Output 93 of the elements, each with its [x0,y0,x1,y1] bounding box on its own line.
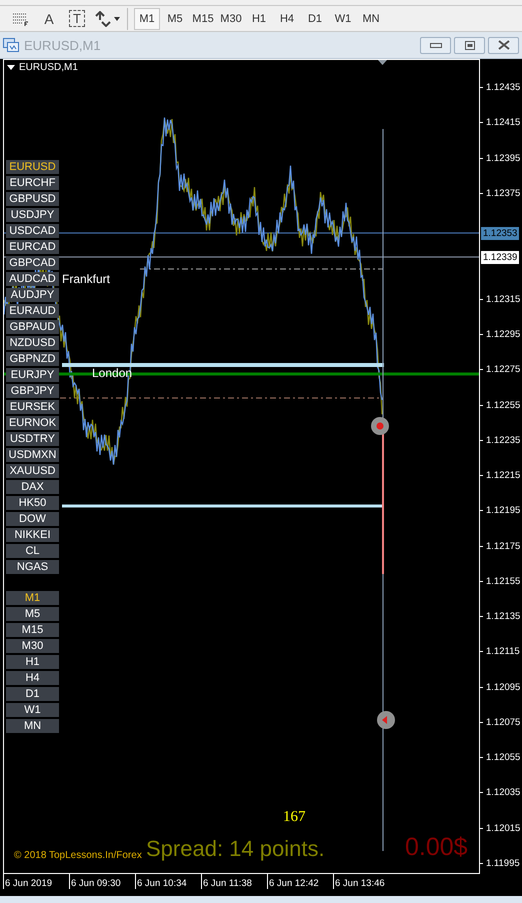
symbol-button[interactable]: CL [6,544,59,558]
session-label: Frankfurt [62,272,110,286]
symbol-button[interactable]: HK50 [6,496,59,510]
symbol-button[interactable]: AUDJPY [6,288,59,302]
counter-text: 167 [283,809,306,826]
timeframe-button[interactable]: M30 [218,8,244,30]
symbol-button[interactable]: NIKKEI [6,528,59,542]
time-label: 6 Jun 2019 [3,874,69,889]
period-button[interactable]: M30 [6,639,59,653]
price-label: 1.12115 [486,646,520,658]
price-label: 1.11995 [486,858,520,869]
spread-text: Spread: 14 points. [146,836,325,862]
restore-icon [464,40,474,50]
price-label: 1.12295 [486,328,520,340]
symbol-button[interactable]: NGAS [6,560,59,574]
symbol-button[interactable]: USDCAD [6,224,59,238]
period-button[interactable]: W1 [6,703,59,717]
price-label: 1.12015 [486,822,520,834]
price-label: 1.12275 [486,364,520,376]
symbol-button[interactable]: EURCAD [6,240,59,254]
symbol-button[interactable]: XAUUSD [6,464,59,478]
symbol-button[interactable]: DOW [6,512,59,526]
symbol-button[interactable]: GBPUSD [6,192,59,206]
symbol-button[interactable]: GBPNZD [6,352,59,366]
symbol-button[interactable]: EURJPY [6,368,59,382]
time-label: 6 Jun 10:34 [135,874,201,889]
symbol-button[interactable]: EURUSD [6,160,59,174]
price-label: 1.12315 [486,294,520,305]
timeframe-button[interactable]: D1 [302,8,328,30]
time-label: 6 Jun 09:30 [69,874,135,889]
chart-symbol-label: EURUSD,M1 [19,62,78,73]
price-label: 1.12235 [486,434,520,446]
order-marker-icon [377,711,395,729]
timeframe-button[interactable]: MN [358,8,384,30]
price-label: 1.12175 [486,540,520,552]
price-label: 1.12195 [486,505,520,516]
symbol-button[interactable]: GBPAUD [6,320,59,334]
timeframe-button[interactable]: H1 [246,8,272,30]
minimize-button[interactable] [420,36,451,54]
symbol-button[interactable]: AUDCAD [6,272,59,286]
text-tool[interactable]: A [36,8,62,30]
profit-text: 0.00$ [405,833,468,862]
price-label: 1.12415 [486,117,520,128]
price-label: 1.12035 [486,787,520,798]
session-label: London [92,366,132,380]
symbol-button[interactable]: USDTRY [6,432,59,446]
timeframe-button[interactable]: M15 [190,8,216,30]
price-label: 1.12135 [486,611,520,622]
period-button[interactable]: M5 [6,607,59,621]
price-label: 1.12435 [486,82,520,94]
price-label: 1.12375 [486,188,520,199]
price-label: 1.12215 [486,470,520,482]
symbol-button[interactable]: EURCHF [6,176,59,190]
period-button[interactable]: M15 [6,623,59,637]
minimize-icon [430,42,442,48]
timeframe-button[interactable]: H4 [274,8,300,30]
time-label: 6 Jun 12:42 [267,874,333,889]
price-label: 1.12095 [486,682,520,693]
price-tag: 1.12353 [481,227,520,240]
symbol-button[interactable]: EURNOK [6,416,59,430]
price-label: 1.12395 [486,152,520,164]
symbol-button[interactable]: DAX [6,480,59,494]
dropdown-triangle-icon[interactable] [7,65,15,70]
window-title: EURUSD,M1 [24,38,102,52]
restore-button[interactable] [454,36,485,54]
price-label: 1.12255 [486,400,520,411]
symbol-button[interactable]: USDJPY [6,208,59,222]
symbol-button[interactable]: EURAUD [6,304,59,318]
price-tag: 1.12339 [481,251,520,264]
close-button[interactable] [488,36,519,54]
symbol-button[interactable]: NZDUSD [6,336,59,350]
period-button[interactable]: M1 [6,591,59,605]
symbol-button[interactable]: EURSEK [6,400,59,414]
price-label: 1.12075 [486,716,520,728]
time-label: 6 Jun 13:46 [333,874,399,889]
period-button[interactable]: H4 [6,671,59,685]
close-icon [498,40,510,50]
order-marker-icon [371,417,389,435]
timeframe-button[interactable]: W1 [330,8,356,30]
period-button[interactable]: D1 [6,687,59,701]
price-label: 1.12055 [486,752,520,764]
time-label: 6 Jun 11:38 [201,874,267,889]
timeframe-button[interactable]: M1 [134,8,160,30]
price-label: 1.12155 [486,576,520,587]
timeframe-button[interactable]: M5 [162,8,188,30]
period-button[interactable]: H1 [6,655,59,669]
copyright-text: © 2018 TopLessons.In/Forex [14,850,142,861]
period-button[interactable]: MN [6,719,59,733]
symbol-button[interactable]: GBPJPY [6,384,59,398]
symbol-button[interactable]: USDMXN [6,448,59,462]
symbol-button[interactable]: GBPCAD [6,256,59,270]
label-tool[interactable]: T [64,8,90,30]
chart-window-icon [3,38,19,52]
